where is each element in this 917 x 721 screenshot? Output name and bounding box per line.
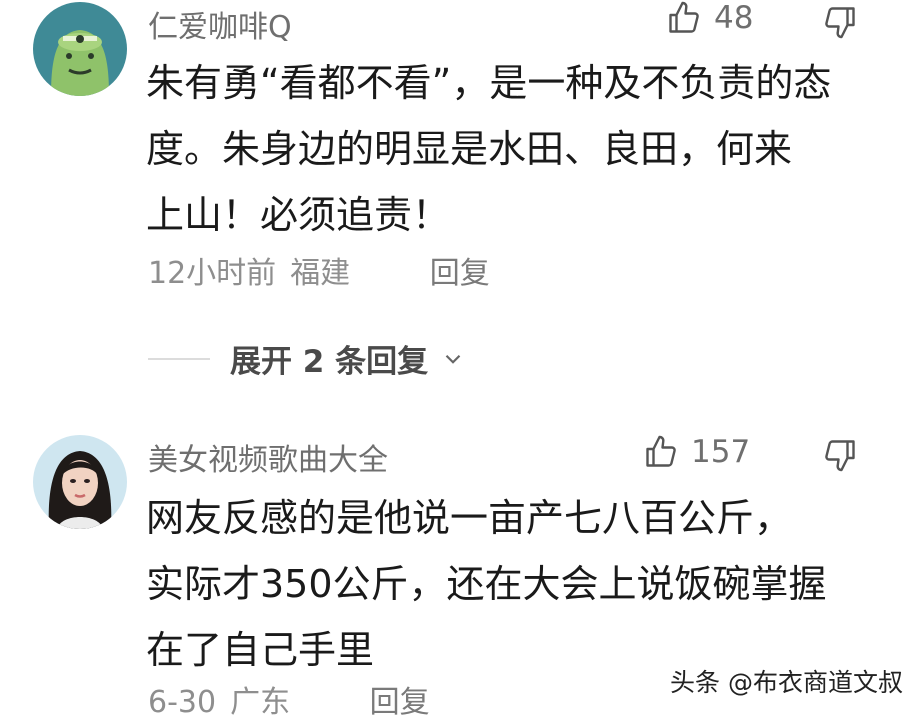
avatar[interactable] [33,435,127,529]
username[interactable]: 仁爱咖啡Q [148,2,292,46]
comment-location: 福建 [290,256,351,291]
like-count: 48 [714,0,754,36]
comment-meta: 12小时前 福建 回复 [148,248,490,292]
comment-time: 6-30 [148,685,217,720]
like-count: 157 [691,434,751,470]
thumbs-up-icon [669,1,699,33]
chevron-down-icon [445,354,461,364]
comment-item: 仁爱咖啡Q 48 朱有勇“看都不看”，是一种及不负责的态 度。朱身边的明显是水田… [0,0,917,300]
dislike-button[interactable] [822,4,858,40]
username[interactable]: 美女视频歌曲大全 [148,435,388,479]
comment-location: 广东 [230,685,291,720]
thumbs-down-icon [825,7,855,39]
thumbs-up-icon [646,435,676,467]
like-button[interactable]: 48 [666,0,753,36]
thumbs-down-icon [825,440,855,472]
comment-time: 12小时前 [148,256,277,291]
watermark: 头条 @布衣商道文叔 [670,668,903,697]
comment-text: 朱有勇“看都不看”，是一种及不负责的态 度。朱身边的明显是水田、良田，何来 上山… [146,61,832,237]
reply-button[interactable]: 回复 [370,677,430,721]
woman-photo-avatar-icon [33,435,127,529]
green-cartoon-avatar-icon [33,2,127,96]
expand-replies-button[interactable]: 展开 2 条回复 [148,336,466,381]
like-button[interactable]: 157 [643,434,750,470]
dislike-button[interactable] [822,437,858,473]
expand-replies-label: 展开 2 条回复 [230,344,429,380]
comment-text: 网友反感的是他说一亩产七八百公斤， 实际才350公斤，还在大会上说饭碗掌握 在了… [146,496,827,672]
reply-button[interactable]: 回复 [430,248,490,292]
divider [148,357,210,360]
avatar[interactable] [33,2,127,96]
comment-meta: 6-30 广东 回复 [148,677,430,721]
